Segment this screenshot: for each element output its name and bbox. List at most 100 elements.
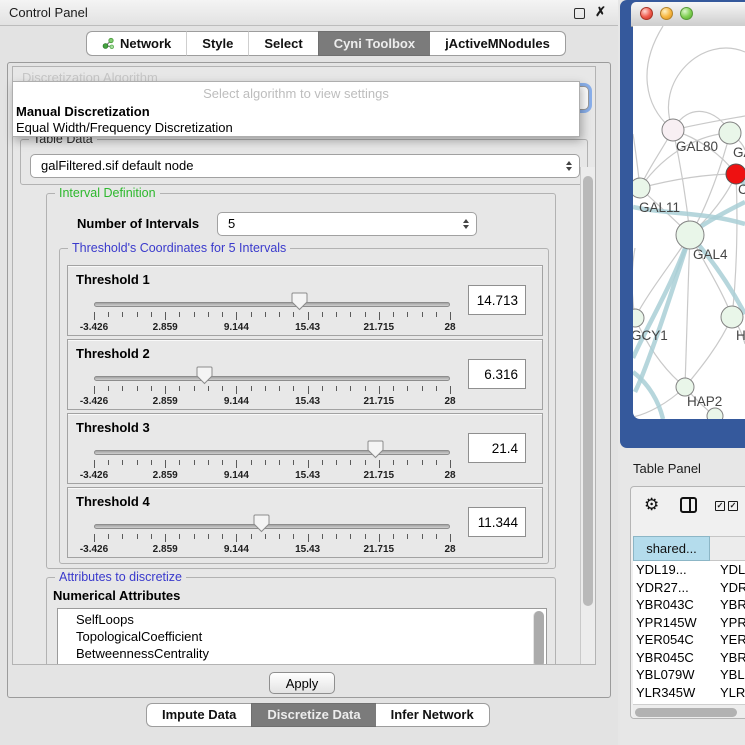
slider-tick (179, 312, 180, 317)
column-header-shared-name[interactable]: shared... (633, 536, 710, 561)
slider-tick (407, 312, 408, 317)
numerical-attributes-list[interactable]: SelfLoopsTopologicalCoefficientBetweenne… (57, 608, 547, 665)
network-node-H[interactable] (721, 306, 743, 328)
threshold-box: Threshold 1-3.4262.8599.14415.4321.71528 (67, 265, 543, 336)
network-canvas[interactable]: GAL80GACGAL11GAL4GCY1HHAP2 (633, 26, 745, 419)
network-node-GAL80[interactable] (662, 119, 684, 141)
panel-scrollbar-thumb[interactable] (583, 176, 593, 606)
slider-thumb[interactable] (253, 514, 270, 533)
tick-label: 21.715 (364, 396, 395, 407)
algorithm-option-manual[interactable]: Manual Discretization (16, 104, 579, 119)
list-scrollbar[interactable] (533, 611, 544, 665)
table-hscrollbar[interactable] (633, 704, 745, 719)
threshold-value-field[interactable] (468, 433, 526, 463)
slider-tick (308, 534, 309, 542)
threshold-value-field[interactable] (468, 359, 526, 389)
attribute-list-item[interactable]: TopologicalCoefficient (58, 628, 546, 645)
threshold-slider[interactable]: -3.4262.8599.14415.4321.71528 (94, 340, 450, 409)
checkbox-checked-icon[interactable]: ✓ (728, 501, 738, 511)
slider-track[interactable] (94, 524, 450, 529)
tab-network[interactable]: Network (86, 31, 186, 56)
number-of-intervals-combo[interactable]: 5 (217, 212, 477, 236)
slider-track[interactable] (94, 302, 450, 307)
zoom-traffic-light-icon[interactable] (680, 7, 693, 20)
column-header-name[interactable]: n (710, 536, 745, 561)
network-node-C[interactable] (726, 164, 745, 184)
slider-tick (165, 312, 166, 320)
slider-tick (108, 534, 109, 539)
table-data-combo[interactable]: galFiltered.sif default node (30, 154, 580, 178)
number-of-intervals-value: 5 (228, 213, 235, 235)
attribute-list-item[interactable]: SelfLoops (58, 611, 546, 628)
apply-button[interactable]: Apply (269, 672, 335, 694)
tab-discretize-data[interactable]: Discretize Data (251, 703, 375, 727)
spinner-arrows-icon[interactable] (463, 219, 469, 229)
table-row[interactable]: YLR345WYLR3 (633, 684, 745, 702)
slider-tick (265, 312, 266, 317)
tab-impute-data[interactable]: Impute Data (146, 703, 251, 727)
slider-tick (222, 460, 223, 465)
tab-jactivemnodules[interactable]: jActiveMNodules (430, 31, 566, 56)
cell-shared-name: YBL079W (633, 666, 717, 684)
cyni-toolbox-panel: Discretization Algorithm Table Data galF… (7, 62, 611, 698)
table-row[interactable]: YPR145WYPR1 (633, 614, 745, 632)
gear-icon[interactable]: ⚙ (644, 495, 659, 515)
tab-impute-data-label: Impute Data (162, 703, 236, 727)
list-scrollbar-thumb[interactable] (534, 611, 544, 665)
close-icon[interactable]: ✗ (595, 4, 606, 20)
attribute-list-item[interactable]: BetweennessCentrality (58, 645, 546, 662)
columns-icon[interactable] (680, 497, 697, 513)
minimize-traffic-light-icon[interactable] (660, 7, 673, 20)
network-node-GA[interactable] (719, 122, 741, 144)
threshold-slider[interactable]: -3.4262.8599.14415.4321.71528 (94, 414, 450, 483)
slider-tick (236, 386, 237, 394)
slider-thumb[interactable] (196, 366, 213, 385)
network-node-label: C (738, 182, 745, 197)
cell-name: YBR0 (717, 596, 745, 614)
slider-thumb[interactable] (291, 292, 308, 311)
cell-shared-name: YDR27... (633, 579, 717, 597)
threshold-value-field[interactable] (468, 507, 526, 537)
network-node-GAL11[interactable] (633, 178, 650, 198)
panel-scrollbar[interactable] (580, 167, 595, 664)
network-node-GAL4[interactable] (676, 221, 704, 249)
network-icon (102, 37, 115, 50)
tab-cyni-toolbox[interactable]: Cyni Toolbox (318, 31, 430, 56)
slider-tick (322, 534, 323, 539)
tick-label: 28 (444, 470, 455, 481)
network-node-GCY1[interactable] (633, 309, 644, 327)
slider-tick (450, 312, 451, 320)
slider-tick (165, 386, 166, 394)
table-row[interactable]: YDL19...YDL1 (633, 561, 745, 579)
threshold-slider[interactable]: -3.4262.8599.14415.4321.71528 (94, 266, 450, 335)
table-hscrollbar-thumb[interactable] (635, 708, 737, 717)
threshold-value-field[interactable] (468, 285, 526, 315)
tick-label: 2.859 (153, 544, 178, 555)
table-row[interactable]: YBL079WYBL0 (633, 666, 745, 684)
table-data-fieldset: Table Data galFiltered.sif default node (20, 139, 588, 185)
slider-tick (122, 312, 123, 317)
algorithm-option-equal-width[interactable]: Equal Width/Frequency Discretization (16, 120, 579, 135)
slider-tick (194, 534, 195, 539)
table-row[interactable]: YER054CYER0 (633, 631, 745, 649)
table-row[interactable]: YBR045CYBR0 (633, 649, 745, 667)
tab-infer-network[interactable]: Infer Network (376, 703, 490, 727)
threshold-slider[interactable]: -3.4262.8599.14415.4321.71528 (94, 488, 450, 557)
slider-tick (179, 534, 180, 539)
tab-jactivemnodules-label: jActiveMNodules (445, 31, 550, 56)
slider-tick (208, 460, 209, 465)
slider-track[interactable] (94, 376, 450, 381)
table-row[interactable]: YBR043CYBR0 (633, 596, 745, 614)
spinner-arrows-icon[interactable] (566, 161, 572, 171)
network-edge (635, 235, 690, 318)
slider-tick (151, 386, 152, 391)
checkbox-checked-icon[interactable]: ✓ (715, 501, 725, 511)
tab-style[interactable]: Style (186, 31, 248, 56)
float-icon[interactable] (574, 8, 585, 19)
slider-track[interactable] (94, 450, 450, 455)
tab-select[interactable]: Select (248, 31, 317, 56)
slider-thumb[interactable] (367, 440, 384, 459)
table-row[interactable]: YDR27...YDR2 (633, 579, 745, 597)
close-traffic-light-icon[interactable] (640, 7, 653, 20)
network-node-unnamed[interactable] (707, 408, 723, 419)
